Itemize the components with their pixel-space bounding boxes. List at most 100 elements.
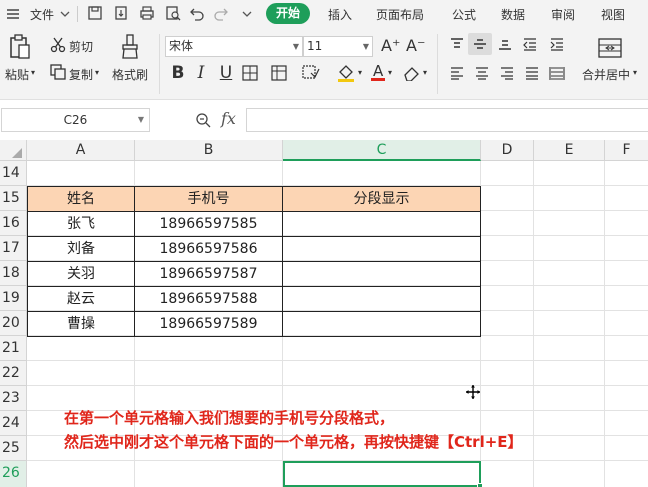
font-color-icon[interactable]: A xyxy=(370,62,386,82)
redo-icon[interactable] xyxy=(213,5,229,21)
active-cell-c26[interactable] xyxy=(283,461,481,487)
table-cell[interactable]: 18966597585 xyxy=(135,212,282,237)
cut-button[interactable]: 剪切 xyxy=(69,38,93,55)
name-box[interactable]: C26 ▼ xyxy=(1,108,150,132)
table-cell[interactable]: 18966597586 xyxy=(135,237,282,262)
row-header[interactable]: 16 xyxy=(0,211,27,236)
underline-icon[interactable]: U xyxy=(216,63,236,83)
distributed-icon[interactable] xyxy=(549,66,565,80)
row-header[interactable]: 25 xyxy=(0,436,27,461)
table-cell[interactable] xyxy=(283,237,480,262)
hamburger-menu-icon[interactable] xyxy=(6,7,20,21)
align-right-icon[interactable] xyxy=(499,66,515,80)
font-name-select[interactable]: 宋体 ▼ xyxy=(165,36,303,57)
row-header[interactable]: 14 xyxy=(0,161,27,186)
indent-increase-icon[interactable] xyxy=(549,37,565,51)
tab-start[interactable]: 开始 xyxy=(266,3,310,24)
table-cell[interactable] xyxy=(283,287,480,312)
table-cell[interactable]: 关羽 xyxy=(28,262,134,287)
italic-icon[interactable]: I xyxy=(191,63,211,83)
zoom-icon[interactable] xyxy=(195,112,211,128)
scissors-icon[interactable] xyxy=(50,37,66,53)
font-size-select[interactable]: 11 ▼ xyxy=(303,36,373,57)
table-cell[interactable]: 张飞 xyxy=(28,212,134,237)
merge-center-icon[interactable] xyxy=(598,38,622,58)
column-header-c[interactable]: C xyxy=(283,140,481,161)
table-header-segmented[interactable]: 分段显示 xyxy=(283,187,480,212)
table-cell[interactable]: 曹操 xyxy=(28,312,134,337)
formula-input[interactable] xyxy=(246,108,648,132)
table-header-phone[interactable]: 手机号 xyxy=(135,187,282,212)
justify-icon[interactable] xyxy=(524,66,540,80)
fill-color-icon[interactable] xyxy=(336,63,356,83)
column-header-d[interactable]: D xyxy=(481,140,534,161)
chevron-down-icon[interactable]: ▾ xyxy=(358,68,362,77)
row-header[interactable]: 18 xyxy=(0,261,27,286)
row-header[interactable]: 20 xyxy=(0,311,27,336)
fx-icon[interactable]: fx xyxy=(221,109,236,128)
align-bottom-icon[interactable] xyxy=(497,37,513,51)
row-header[interactable]: 21 xyxy=(0,336,27,361)
tab-review[interactable]: 审阅 xyxy=(551,6,575,23)
row-header[interactable]: 23 xyxy=(0,386,27,411)
column-header-b[interactable]: B xyxy=(135,140,283,161)
align-center-icon[interactable] xyxy=(474,66,490,80)
select-all-corner[interactable] xyxy=(0,140,27,161)
table-cell[interactable] xyxy=(283,312,480,337)
file-menu[interactable]: 文件 xyxy=(30,6,54,23)
paste-button[interactable]: 粘贴 xyxy=(5,66,29,83)
copy-icon[interactable] xyxy=(50,64,66,80)
decrease-font-icon[interactable]: A⁻ xyxy=(406,36,425,55)
row-header[interactable]: 26 xyxy=(0,461,27,487)
table-cell[interactable]: 18966597588 xyxy=(135,287,282,312)
print-icon[interactable] xyxy=(139,5,155,21)
column-header-e[interactable]: E xyxy=(534,140,605,161)
chevron-down-icon[interactable]: ▾ xyxy=(388,68,392,77)
chevron-down-icon[interactable] xyxy=(60,9,70,19)
table-cell[interactable]: 18966597589 xyxy=(135,312,282,337)
row-header[interactable]: 22 xyxy=(0,361,27,386)
conditional-format-icon[interactable] xyxy=(302,65,320,81)
export-icon[interactable] xyxy=(113,5,129,21)
print-preview-icon[interactable] xyxy=(165,5,181,21)
save-icon[interactable] xyxy=(87,5,103,21)
align-left-icon[interactable] xyxy=(449,66,465,80)
bold-icon[interactable]: B xyxy=(168,63,188,83)
table-cell[interactable] xyxy=(283,262,480,287)
row-header[interactable]: 19 xyxy=(0,286,27,311)
format-painter-icon[interactable] xyxy=(120,34,140,60)
column-header-a[interactable]: A xyxy=(27,140,135,161)
row-header[interactable]: 17 xyxy=(0,236,27,261)
row-header[interactable]: 24 xyxy=(0,411,27,436)
increase-font-icon[interactable]: A⁺ xyxy=(381,36,400,55)
undo-icon[interactable] xyxy=(189,5,205,21)
tab-insert[interactable]: 插入 xyxy=(328,6,352,23)
chevron-down-icon[interactable]: ▾ xyxy=(95,68,99,77)
chevron-down-icon[interactable]: ▾ xyxy=(423,68,427,77)
indent-decrease-icon[interactable] xyxy=(522,37,538,51)
copy-button[interactable]: 复制 xyxy=(69,66,93,83)
tab-view[interactable]: 视图 xyxy=(601,6,625,23)
table-cell[interactable]: 18966597587 xyxy=(135,262,282,287)
chevron-down-icon[interactable] xyxy=(242,9,252,19)
tab-page-layout[interactable]: 页面布局 xyxy=(376,6,424,23)
row-header[interactable]: 15 xyxy=(0,186,27,211)
column-header-f[interactable]: F xyxy=(605,140,648,161)
eraser-icon[interactable] xyxy=(403,65,421,81)
table-cell[interactable] xyxy=(283,212,480,237)
table-cell[interactable]: 刘备 xyxy=(28,237,134,262)
chevron-down-icon[interactable]: ▾ xyxy=(633,68,637,77)
cell-style-icon[interactable] xyxy=(271,65,287,81)
chevron-down-icon[interactable]: ▾ xyxy=(31,68,35,77)
table-cell[interactable]: 赵云 xyxy=(28,287,134,312)
table-header-name[interactable]: 姓名 xyxy=(28,187,134,212)
paste-icon[interactable] xyxy=(9,34,31,60)
merge-center-button[interactable]: 合并居中 xyxy=(582,66,630,83)
borders-icon[interactable] xyxy=(242,65,258,81)
format-painter-button[interactable]: 格式刷 xyxy=(112,66,148,83)
tab-data[interactable]: 数据 xyxy=(501,6,525,23)
tab-formulas[interactable]: 公式 xyxy=(452,6,476,23)
align-top-icon[interactable] xyxy=(449,37,465,51)
worksheet-grid[interactable]: A B C D E F 14 15 16 17 18 19 20 21 22 2… xyxy=(0,140,648,487)
fill-handle[interactable] xyxy=(477,483,483,487)
